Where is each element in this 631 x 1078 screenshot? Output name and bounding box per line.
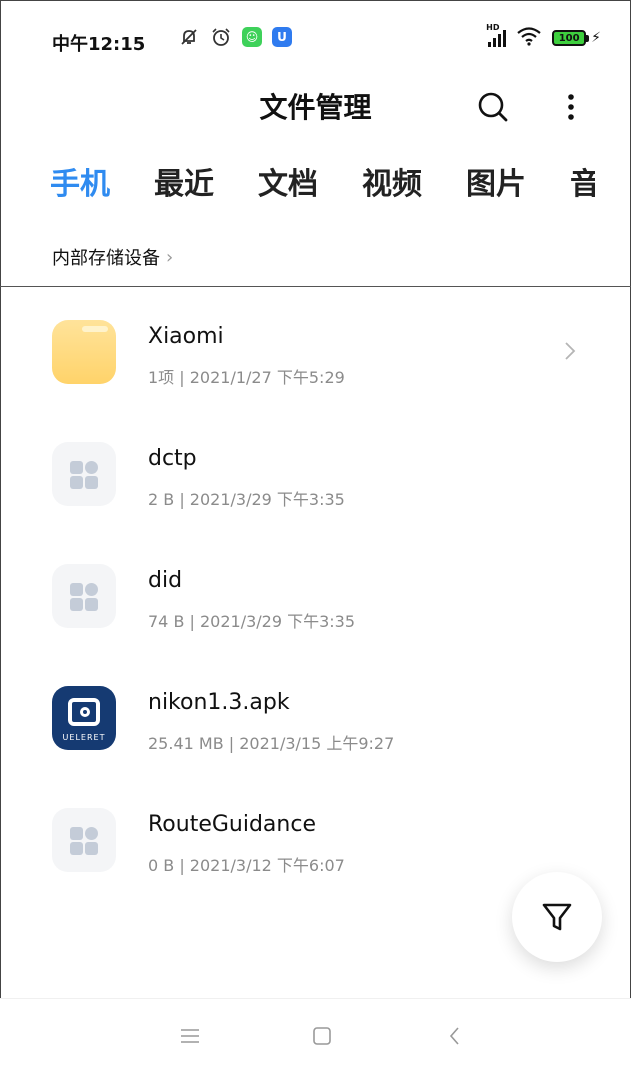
unknown-file-icon: [52, 442, 116, 506]
menu-icon[interactable]: [170, 1021, 210, 1051]
breadcrumb-label: 内部存储设备: [52, 248, 160, 269]
list-item[interactable]: RouteGuidance 0 B | 2021/3/12 下午6:07: [0, 778, 631, 888]
unknown-file-icon: [52, 808, 116, 872]
tab-phone[interactable]: 手机: [50, 160, 110, 210]
more-vertical-icon[interactable]: [556, 88, 586, 126]
status-notification-icons: ☺ U: [178, 26, 292, 48]
file-name: Xiaomi: [148, 324, 224, 349]
app-notification-blue-icon: U: [272, 27, 292, 47]
mute-icon: [178, 26, 200, 48]
search-icon[interactable]: [474, 88, 512, 126]
app-notification-green-icon: ☺: [242, 27, 262, 47]
charging-icon: ⚡: [591, 30, 601, 46]
status-bar: 中午12:15 ☺ U HD 100 ⚡: [0, 0, 631, 80]
apk-app-icon: UELERET: [52, 686, 116, 750]
breadcrumb[interactable]: 内部存储设备 ›: [52, 244, 173, 270]
file-name: did: [148, 568, 183, 593]
status-system-icons: HD 100 ⚡: [486, 23, 601, 50]
filter-button[interactable]: [512, 872, 602, 962]
file-meta: 25.41 MB | 2021/3/15 上午9:27: [148, 734, 395, 753]
tab-documents[interactable]: 文档: [258, 160, 318, 210]
signal-hd-label: HD: [486, 23, 500, 32]
tab-music[interactable]: 音: [570, 160, 595, 210]
folder-icon: [52, 320, 116, 384]
file-meta: 0 B | 2021/3/12 下午6:07: [148, 856, 345, 875]
file-name: nikon1.3.apk: [148, 690, 290, 715]
divider: [0, 286, 631, 287]
file-name: RouteGuidance: [148, 812, 316, 837]
file-meta: 1项 | 2021/1/27 下午5:29: [148, 368, 345, 387]
tab-recent[interactable]: 最近: [154, 160, 214, 210]
home-icon[interactable]: [302, 1021, 342, 1051]
apk-brand-label: UELERET: [62, 733, 106, 742]
back-icon[interactable]: [435, 1021, 475, 1051]
list-item[interactable]: Xiaomi 1项 | 2021/1/27 下午5:29: [0, 290, 631, 400]
battery-level: 100: [552, 30, 587, 46]
navigation-bar: [0, 998, 631, 1078]
wifi-icon: [516, 26, 542, 50]
unknown-file-icon: [52, 564, 116, 628]
category-tabs: 手机 最近 文档 视频 图片音: [50, 160, 595, 210]
file-name: dctp: [148, 446, 197, 471]
status-time: 中午12:15: [52, 34, 146, 55]
list-item[interactable]: dctp 2 B | 2021/3/29 下午3:35: [0, 412, 631, 522]
filter-icon: [542, 903, 572, 931]
file-meta: 2 B | 2021/3/29 下午3:35: [148, 490, 345, 509]
signal-icon: HD: [486, 23, 507, 47]
battery-icon: 100 ⚡: [552, 30, 601, 46]
list-item[interactable]: UELERET nikon1.3.apk 25.41 MB | 2021/3/1…: [0, 656, 631, 766]
list-item[interactable]: did 74 B | 2021/3/29 下午3:35: [0, 534, 631, 644]
chevron-right-icon: [562, 340, 578, 362]
tab-videos[interactable]: 视频: [362, 160, 422, 210]
alarm-icon: [210, 26, 232, 48]
tab-images[interactable]: 图片: [466, 160, 526, 210]
page-title: 文件管理: [259, 91, 372, 124]
file-meta: 74 B | 2021/3/29 下午3:35: [148, 612, 356, 631]
chevron-right-icon: ›: [166, 246, 174, 268]
